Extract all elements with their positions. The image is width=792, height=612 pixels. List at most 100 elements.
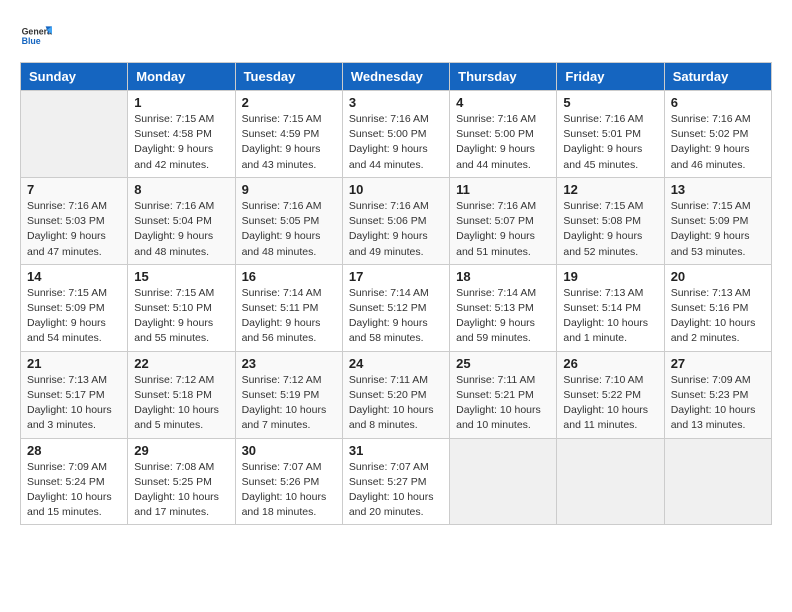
day-of-week-header: Saturday (664, 63, 771, 91)
day-info: Sunrise: 7:16 AMSunset: 5:03 PMDaylight:… (27, 199, 121, 260)
calendar-cell: 26 Sunrise: 7:10 AMSunset: 5:22 PMDayligh… (557, 351, 664, 438)
page-header: General Blue (20, 20, 772, 52)
calendar-cell: 10 Sunrise: 7:16 AMSunset: 5:06 PMDayligh… (342, 177, 449, 264)
calendar-cell: 9 Sunrise: 7:16 AMSunset: 5:05 PMDaylight… (235, 177, 342, 264)
day-info: Sunrise: 7:16 AMSunset: 5:05 PMDaylight:… (242, 199, 336, 260)
day-number: 16 (242, 269, 336, 284)
day-info: Sunrise: 7:10 AMSunset: 5:22 PMDaylight:… (563, 373, 657, 434)
calendar-cell (557, 438, 664, 525)
day-number: 18 (456, 269, 550, 284)
calendar-cell: 6 Sunrise: 7:16 AMSunset: 5:02 PMDaylight… (664, 91, 771, 178)
day-of-week-header: Friday (557, 63, 664, 91)
calendar-cell: 13 Sunrise: 7:15 AMSunset: 5:09 PMDayligh… (664, 177, 771, 264)
calendar-cell: 1 Sunrise: 7:15 AMSunset: 4:58 PMDaylight… (128, 91, 235, 178)
calendar-cell: 25 Sunrise: 7:11 AMSunset: 5:21 PMDayligh… (450, 351, 557, 438)
svg-text:Blue: Blue (22, 36, 41, 46)
day-number: 28 (27, 443, 121, 458)
calendar-cell: 2 Sunrise: 7:15 AMSunset: 4:59 PMDaylight… (235, 91, 342, 178)
day-number: 9 (242, 182, 336, 197)
day-number: 13 (671, 182, 765, 197)
day-number: 2 (242, 95, 336, 110)
day-info: Sunrise: 7:16 AMSunset: 5:07 PMDaylight:… (456, 199, 550, 260)
day-number: 20 (671, 269, 765, 284)
day-info: Sunrise: 7:16 AMSunset: 5:01 PMDaylight:… (563, 112, 657, 173)
day-info: Sunrise: 7:15 AMSunset: 5:09 PMDaylight:… (671, 199, 765, 260)
day-number: 17 (349, 269, 443, 284)
day-number: 11 (456, 182, 550, 197)
calendar-cell: 17 Sunrise: 7:14 AMSunset: 5:12 PMDayligh… (342, 264, 449, 351)
calendar-cell: 19 Sunrise: 7:13 AMSunset: 5:14 PMDayligh… (557, 264, 664, 351)
day-info: Sunrise: 7:09 AMSunset: 5:23 PMDaylight:… (671, 373, 765, 434)
day-number: 21 (27, 356, 121, 371)
day-number: 12 (563, 182, 657, 197)
day-number: 14 (27, 269, 121, 284)
day-number: 31 (349, 443, 443, 458)
day-number: 4 (456, 95, 550, 110)
calendar-cell: 18Sunrise: 7:14 AMSunset: 5:13 PMDayligh… (450, 264, 557, 351)
calendar-cell: 30 Sunrise: 7:07 AMSunset: 5:26 PMDayligh… (235, 438, 342, 525)
day-info: Sunrise: 7:13 AMSunset: 5:14 PMDaylight:… (563, 286, 657, 347)
day-of-week-header: Thursday (450, 63, 557, 91)
day-info: Sunrise: 7:11 AMSunset: 5:20 PMDaylight:… (349, 373, 443, 434)
day-info: Sunrise: 7:13 AMSunset: 5:16 PMDaylight:… (671, 286, 765, 347)
calendar-week-row: 14 Sunrise: 7:15 AMSunset: 5:09 PMDayligh… (21, 264, 772, 351)
day-number: 3 (349, 95, 443, 110)
day-info: Sunrise: 7:13 AMSunset: 5:17 PMDaylight:… (27, 373, 121, 434)
calendar-cell: 28Sunrise: 7:09 AMSunset: 5:24 PMDayligh… (21, 438, 128, 525)
calendar-week-row: 7 Sunrise: 7:16 AMSunset: 5:03 PMDaylight… (21, 177, 772, 264)
day-info: Sunrise: 7:14 AMSunset: 5:11 PMDaylight:… (242, 286, 336, 347)
calendar-cell: 11 Sunrise: 7:16 AMSunset: 5:07 PMDayligh… (450, 177, 557, 264)
calendar-cell: 24 Sunrise: 7:11 AMSunset: 5:20 PMDayligh… (342, 351, 449, 438)
calendar-week-row: 1 Sunrise: 7:15 AMSunset: 4:58 PMDaylight… (21, 91, 772, 178)
calendar-cell: 22 Sunrise: 7:12 AMSunset: 5:18 PMDayligh… (128, 351, 235, 438)
calendar-cell: 4Sunrise: 7:16 AMSunset: 5:00 PMDaylight… (450, 91, 557, 178)
day-info: Sunrise: 7:16 AMSunset: 5:00 PMDaylight:… (349, 112, 443, 173)
calendar-cell: 31 Sunrise: 7:07 AMSunset: 5:27 PMDayligh… (342, 438, 449, 525)
calendar-cell: 15Sunrise: 7:15 AMSunset: 5:10 PMDayligh… (128, 264, 235, 351)
day-number: 25 (456, 356, 550, 371)
day-number: 5 (563, 95, 657, 110)
calendar-cell (450, 438, 557, 525)
day-info: Sunrise: 7:08 AMSunset: 5:25 PMDaylight:… (134, 460, 228, 521)
day-info: Sunrise: 7:14 AMSunset: 5:12 PMDaylight:… (349, 286, 443, 347)
day-number: 27 (671, 356, 765, 371)
day-info: Sunrise: 7:15 AMSunset: 5:10 PMDaylight:… (134, 286, 228, 347)
day-of-week-header: Monday (128, 63, 235, 91)
day-info: Sunrise: 7:07 AMSunset: 5:26 PMDaylight:… (242, 460, 336, 521)
day-number: 1 (134, 95, 228, 110)
calendar-cell: 5 Sunrise: 7:16 AMSunset: 5:01 PMDaylight… (557, 91, 664, 178)
day-info: Sunrise: 7:16 AMSunset: 5:06 PMDaylight:… (349, 199, 443, 260)
calendar-header-row: SundayMondayTuesdayWednesdayThursdayFrid… (21, 63, 772, 91)
day-number: 6 (671, 95, 765, 110)
calendar-cell (664, 438, 771, 525)
day-info: Sunrise: 7:16 AMSunset: 5:02 PMDaylight:… (671, 112, 765, 173)
calendar-cell: 27 Sunrise: 7:09 AMSunset: 5:23 PMDayligh… (664, 351, 771, 438)
day-number: 30 (242, 443, 336, 458)
calendar-cell: 7 Sunrise: 7:16 AMSunset: 5:03 PMDaylight… (21, 177, 128, 264)
day-info: Sunrise: 7:11 AMSunset: 5:21 PMDaylight:… (456, 373, 550, 434)
day-info: Sunrise: 7:12 AMSunset: 5:18 PMDaylight:… (134, 373, 228, 434)
day-number: 7 (27, 182, 121, 197)
day-info: Sunrise: 7:16 AMSunset: 5:04 PMDaylight:… (134, 199, 228, 260)
day-of-week-header: Tuesday (235, 63, 342, 91)
day-number: 24 (349, 356, 443, 371)
calendar-cell: 3 Sunrise: 7:16 AMSunset: 5:00 PMDaylight… (342, 91, 449, 178)
day-number: 10 (349, 182, 443, 197)
day-of-week-header: Sunday (21, 63, 128, 91)
day-info: Sunrise: 7:15 AMSunset: 4:59 PMDaylight:… (242, 112, 336, 173)
day-number: 19 (563, 269, 657, 284)
day-info: Sunrise: 7:07 AMSunset: 5:27 PMDaylight:… (349, 460, 443, 521)
day-info: Sunrise: 7:15 AMSunset: 4:58 PMDaylight:… (134, 112, 228, 173)
day-number: 23 (242, 356, 336, 371)
calendar-cell: 21 Sunrise: 7:13 AMSunset: 5:17 PMDayligh… (21, 351, 128, 438)
calendar-cell: 16 Sunrise: 7:14 AMSunset: 5:11 PMDayligh… (235, 264, 342, 351)
calendar-cell: 23Sunrise: 7:12 AMSunset: 5:19 PMDayligh… (235, 351, 342, 438)
day-of-week-header: Wednesday (342, 63, 449, 91)
day-info: Sunrise: 7:15 AMSunset: 5:09 PMDaylight:… (27, 286, 121, 347)
calendar-cell: 12Sunrise: 7:15 AMSunset: 5:08 PMDayligh… (557, 177, 664, 264)
day-number: 26 (563, 356, 657, 371)
day-number: 22 (134, 356, 228, 371)
calendar-week-row: 28Sunrise: 7:09 AMSunset: 5:24 PMDayligh… (21, 438, 772, 525)
calendar-cell (21, 91, 128, 178)
calendar-cell: 14 Sunrise: 7:15 AMSunset: 5:09 PMDayligh… (21, 264, 128, 351)
